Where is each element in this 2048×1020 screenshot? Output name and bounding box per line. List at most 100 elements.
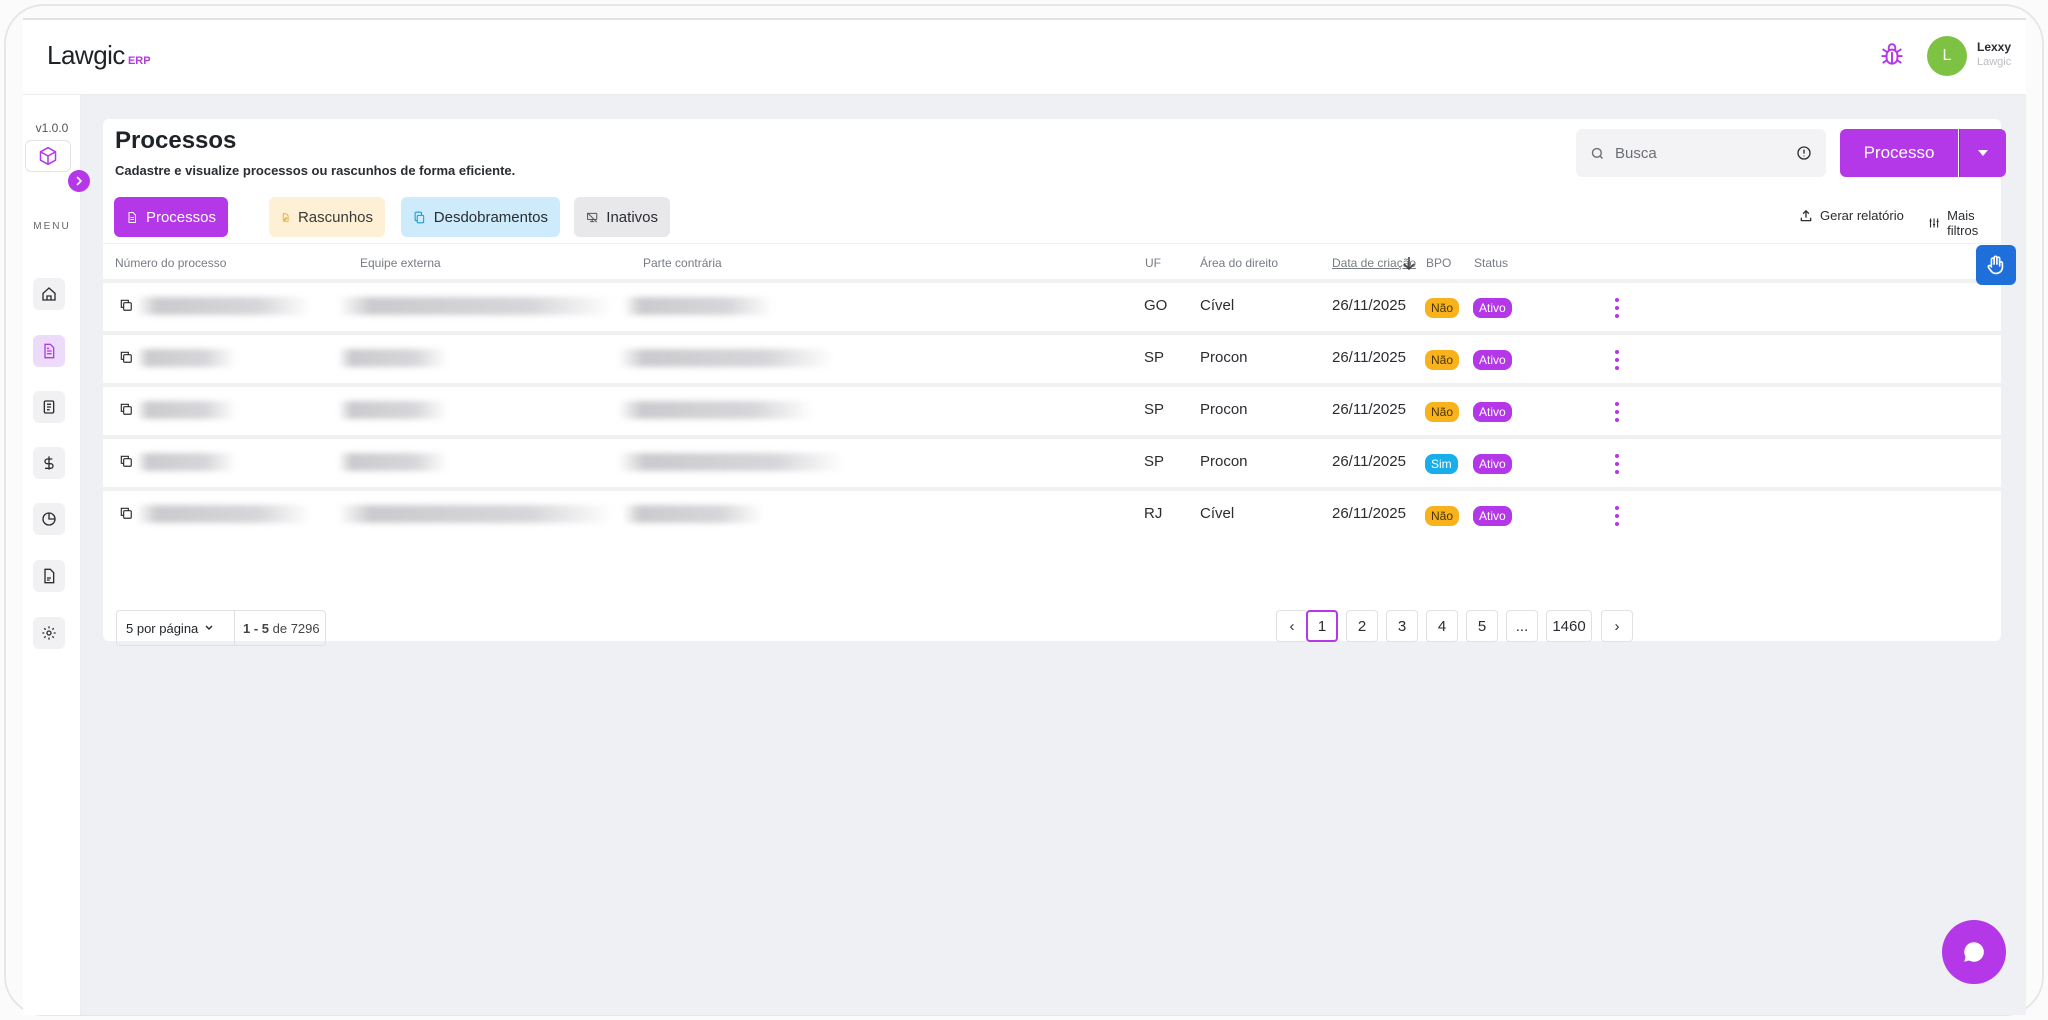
sidebar-item-relatorios[interactable] (33, 503, 65, 535)
page-button[interactable]: 3 (1386, 610, 1418, 642)
per-page-select[interactable]: 5 por página (117, 611, 235, 645)
report-link[interactable]: Gerar relatório (1799, 208, 1904, 223)
copy-icon[interactable] (119, 298, 133, 312)
row-menu-icon[interactable] (1607, 504, 1627, 528)
monitor-off-icon (587, 212, 598, 222)
bpo-badge: Não (1425, 298, 1460, 318)
redacted-parte (618, 453, 843, 471)
table-header: Número do processo Equipe externa Parte … (103, 243, 2001, 279)
copy-icon[interactable] (119, 454, 133, 468)
sidebar-item-settings[interactable] (33, 617, 65, 649)
row-menu-icon[interactable] (1607, 296, 1627, 320)
cell-date: 26/11/2025 (1332, 297, 1406, 314)
more-filters-link[interactable]: Mais filtros (1928, 208, 2001, 238)
cell-date: 26/11/2025 (1332, 401, 1406, 418)
page-button[interactable]: 1 (1306, 610, 1338, 642)
document-icon (128, 211, 136, 223)
page-title: Processos (115, 127, 237, 154)
sliders-icon (1929, 218, 1939, 228)
app-screen: Lawgic ERP L Lexxy Lawgic v1.0.0 MENU Pr… (23, 18, 2026, 1015)
copy-icon[interactable] (119, 350, 133, 364)
cube-icon[interactable] (25, 140, 71, 172)
redacted-numero (136, 401, 236, 419)
bpo-badge: Não (1425, 350, 1460, 370)
sidebar-item-notebook[interactable] (33, 391, 65, 423)
col-uf[interactable]: UF (1145, 256, 1161, 270)
cell-area: Procon (1200, 453, 1248, 470)
menu-label: MENU (33, 221, 71, 232)
cell-area: Cível (1200, 505, 1235, 522)
sidebar-item-pdf[interactable] (33, 560, 65, 592)
col-area[interactable]: Área do direito (1200, 256, 1278, 270)
table-row[interactable]: GO Cível 26/11/2025 Não Ativo (103, 279, 2001, 329)
cell-area: Procon (1200, 401, 1248, 418)
page-button[interactable]: 1460 (1546, 610, 1592, 642)
search-input[interactable]: Busca (1576, 129, 1826, 177)
cell-uf: RJ (1144, 505, 1163, 522)
page-button[interactable]: 5 (1466, 610, 1498, 642)
redacted-equipe (338, 349, 448, 367)
redacted-equipe (338, 401, 448, 419)
table-row[interactable]: SP Procon 26/11/2025 Não Ativo (103, 331, 2001, 381)
next-page-button[interactable]: › (1601, 610, 1633, 642)
tab-label: Rascunhos (297, 208, 373, 226)
sidebar-item-home[interactable] (33, 278, 65, 310)
processo-dropdown-button[interactable] (1959, 129, 2006, 177)
page-subtitle: Cadastre e visualize processos ou rascun… (115, 163, 516, 178)
bpo-badge: Não (1425, 402, 1460, 422)
chat-button[interactable] (1942, 920, 2006, 984)
copy-icon[interactable] (119, 402, 133, 416)
status-badge: Ativo (1473, 298, 1512, 318)
page-button[interactable]: 4 (1426, 610, 1458, 642)
row-menu-icon[interactable] (1607, 452, 1627, 476)
logo[interactable]: Lawgic ERP (47, 40, 151, 71)
col-parte[interactable]: Parte contrária (643, 256, 722, 270)
col-numero[interactable]: Número do processo (115, 256, 226, 270)
copy-icon[interactable] (119, 506, 133, 520)
status-badge: Ativo (1473, 350, 1512, 370)
accessibility-button[interactable] (1976, 245, 2016, 285)
status-badge: Ativo (1473, 506, 1512, 526)
processos-card: Processos Cadastre e visualize processos… (103, 119, 2006, 646)
col-status[interactable]: Status (1474, 256, 1508, 270)
col-equipe[interactable]: Equipe externa (360, 256, 441, 270)
tab-inativos[interactable]: Inativos (574, 197, 670, 237)
page-button[interactable]: 2 (1346, 610, 1378, 642)
new-processo-button[interactable]: Processo (1840, 129, 1958, 177)
range-bold: 1 - 5 (243, 620, 270, 636)
table-row[interactable]: SP Procon 26/11/2025 Não Ativo (103, 383, 2001, 433)
gear-icon (42, 626, 56, 640)
range-label: 1 - 5 de 7296 (235, 621, 320, 636)
row-menu-icon[interactable] (1607, 400, 1627, 424)
sort-down-icon[interactable] (1403, 256, 1415, 270)
redacted-equipe (338, 297, 613, 315)
info-icon[interactable] (1796, 145, 1812, 161)
row-menu-icon[interactable] (1607, 348, 1627, 372)
sidebar-item-processos[interactable] (33, 335, 65, 367)
caret-down-icon (1978, 150, 1988, 156)
table-row[interactable]: SP Procon 26/11/2025 Sim Ativo (103, 435, 2001, 485)
draft-icon (282, 212, 289, 222)
tab-rascunhos[interactable]: Rascunhos (269, 197, 385, 237)
report-link-label: Gerar relatório (1820, 208, 1904, 223)
tab-label: Inativos (606, 208, 658, 226)
avatar[interactable]: L (1927, 36, 1967, 76)
cell-uf: SP (1144, 349, 1165, 366)
bug-report-icon[interactable] (1879, 42, 1905, 68)
sidebar: v1.0.0 MENU (23, 95, 90, 1015)
tab-desdobramentos[interactable]: Desdobramentos (401, 197, 560, 237)
status-badge: Ativo (1473, 454, 1512, 474)
sidebar-item-financeiro[interactable] (33, 447, 65, 479)
table-row[interactable]: RJ Cível 26/11/2025 Não Ativo (103, 487, 2001, 537)
prev-page-button[interactable]: ‹ (1276, 610, 1308, 642)
tab-processos[interactable]: Processos (114, 197, 228, 237)
cell-uf: SP (1144, 401, 1165, 418)
col-bpo[interactable]: BPO (1426, 256, 1451, 270)
redacted-parte (623, 297, 773, 315)
file-pdf-icon (44, 568, 55, 584)
search-placeholder: Busca (1615, 144, 1657, 162)
sidebar-expand-button[interactable] (68, 170, 90, 192)
chevron-down-icon (205, 625, 213, 631)
cell-uf: GO (1144, 297, 1168, 314)
cell-uf: SP (1144, 453, 1165, 470)
